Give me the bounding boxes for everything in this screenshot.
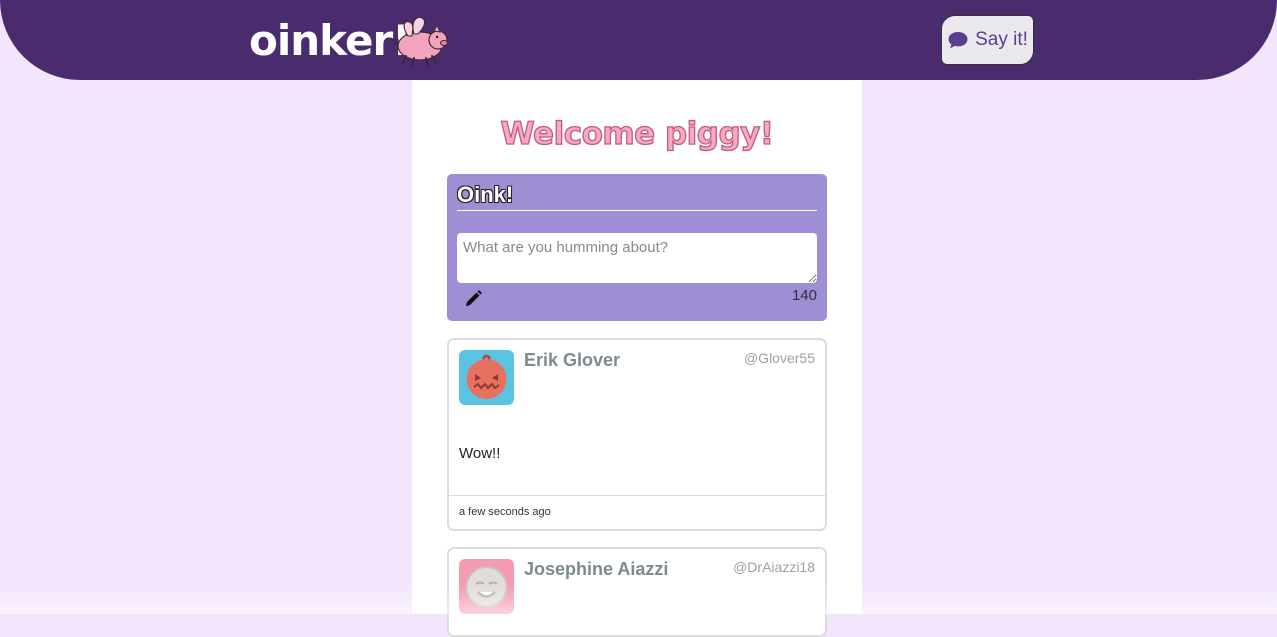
flying-pig-logo-icon (393, 16, 448, 67)
author-handle[interactable]: @Glover55 (744, 350, 815, 366)
logo-text[interactable]: oinker! (249, 16, 411, 66)
avatar[interactable] (459, 559, 514, 614)
welcome-heading: Welcome piggy! (500, 115, 775, 152)
say-it-label: Say it! (975, 29, 1028, 50)
author-name[interactable]: Josephine Aiazzi (524, 559, 668, 580)
avatar[interactable] (459, 350, 514, 405)
oink-text: Wow!! (459, 445, 501, 462)
compose-title: Oink! (457, 182, 817, 211)
character-counter: 140 (791, 287, 817, 304)
card-footer: a few seconds ago (449, 495, 825, 529)
pencil-icon[interactable] (464, 290, 482, 308)
author-handle[interactable]: @DrAiazzi18 (733, 559, 815, 575)
compose-box: Oink! 140 (447, 174, 827, 321)
oink-card: Erik Glover @Glover55 Wow!! a few second… (447, 338, 827, 531)
timestamp: a few seconds ago (459, 506, 551, 518)
oink-card: Josephine Aiazzi @DrAiazzi18 (447, 547, 827, 637)
oink-input[interactable] (457, 233, 817, 283)
main-panel: Welcome piggy! Oink! 140 Erik Glover @Gl… (412, 80, 862, 637)
say-it-button[interactable]: Say it! (941, 15, 1034, 65)
author-name[interactable]: Erik Glover (524, 350, 620, 371)
top-header: oinker! Say it! (0, 0, 1277, 80)
comment-icon (948, 32, 968, 49)
